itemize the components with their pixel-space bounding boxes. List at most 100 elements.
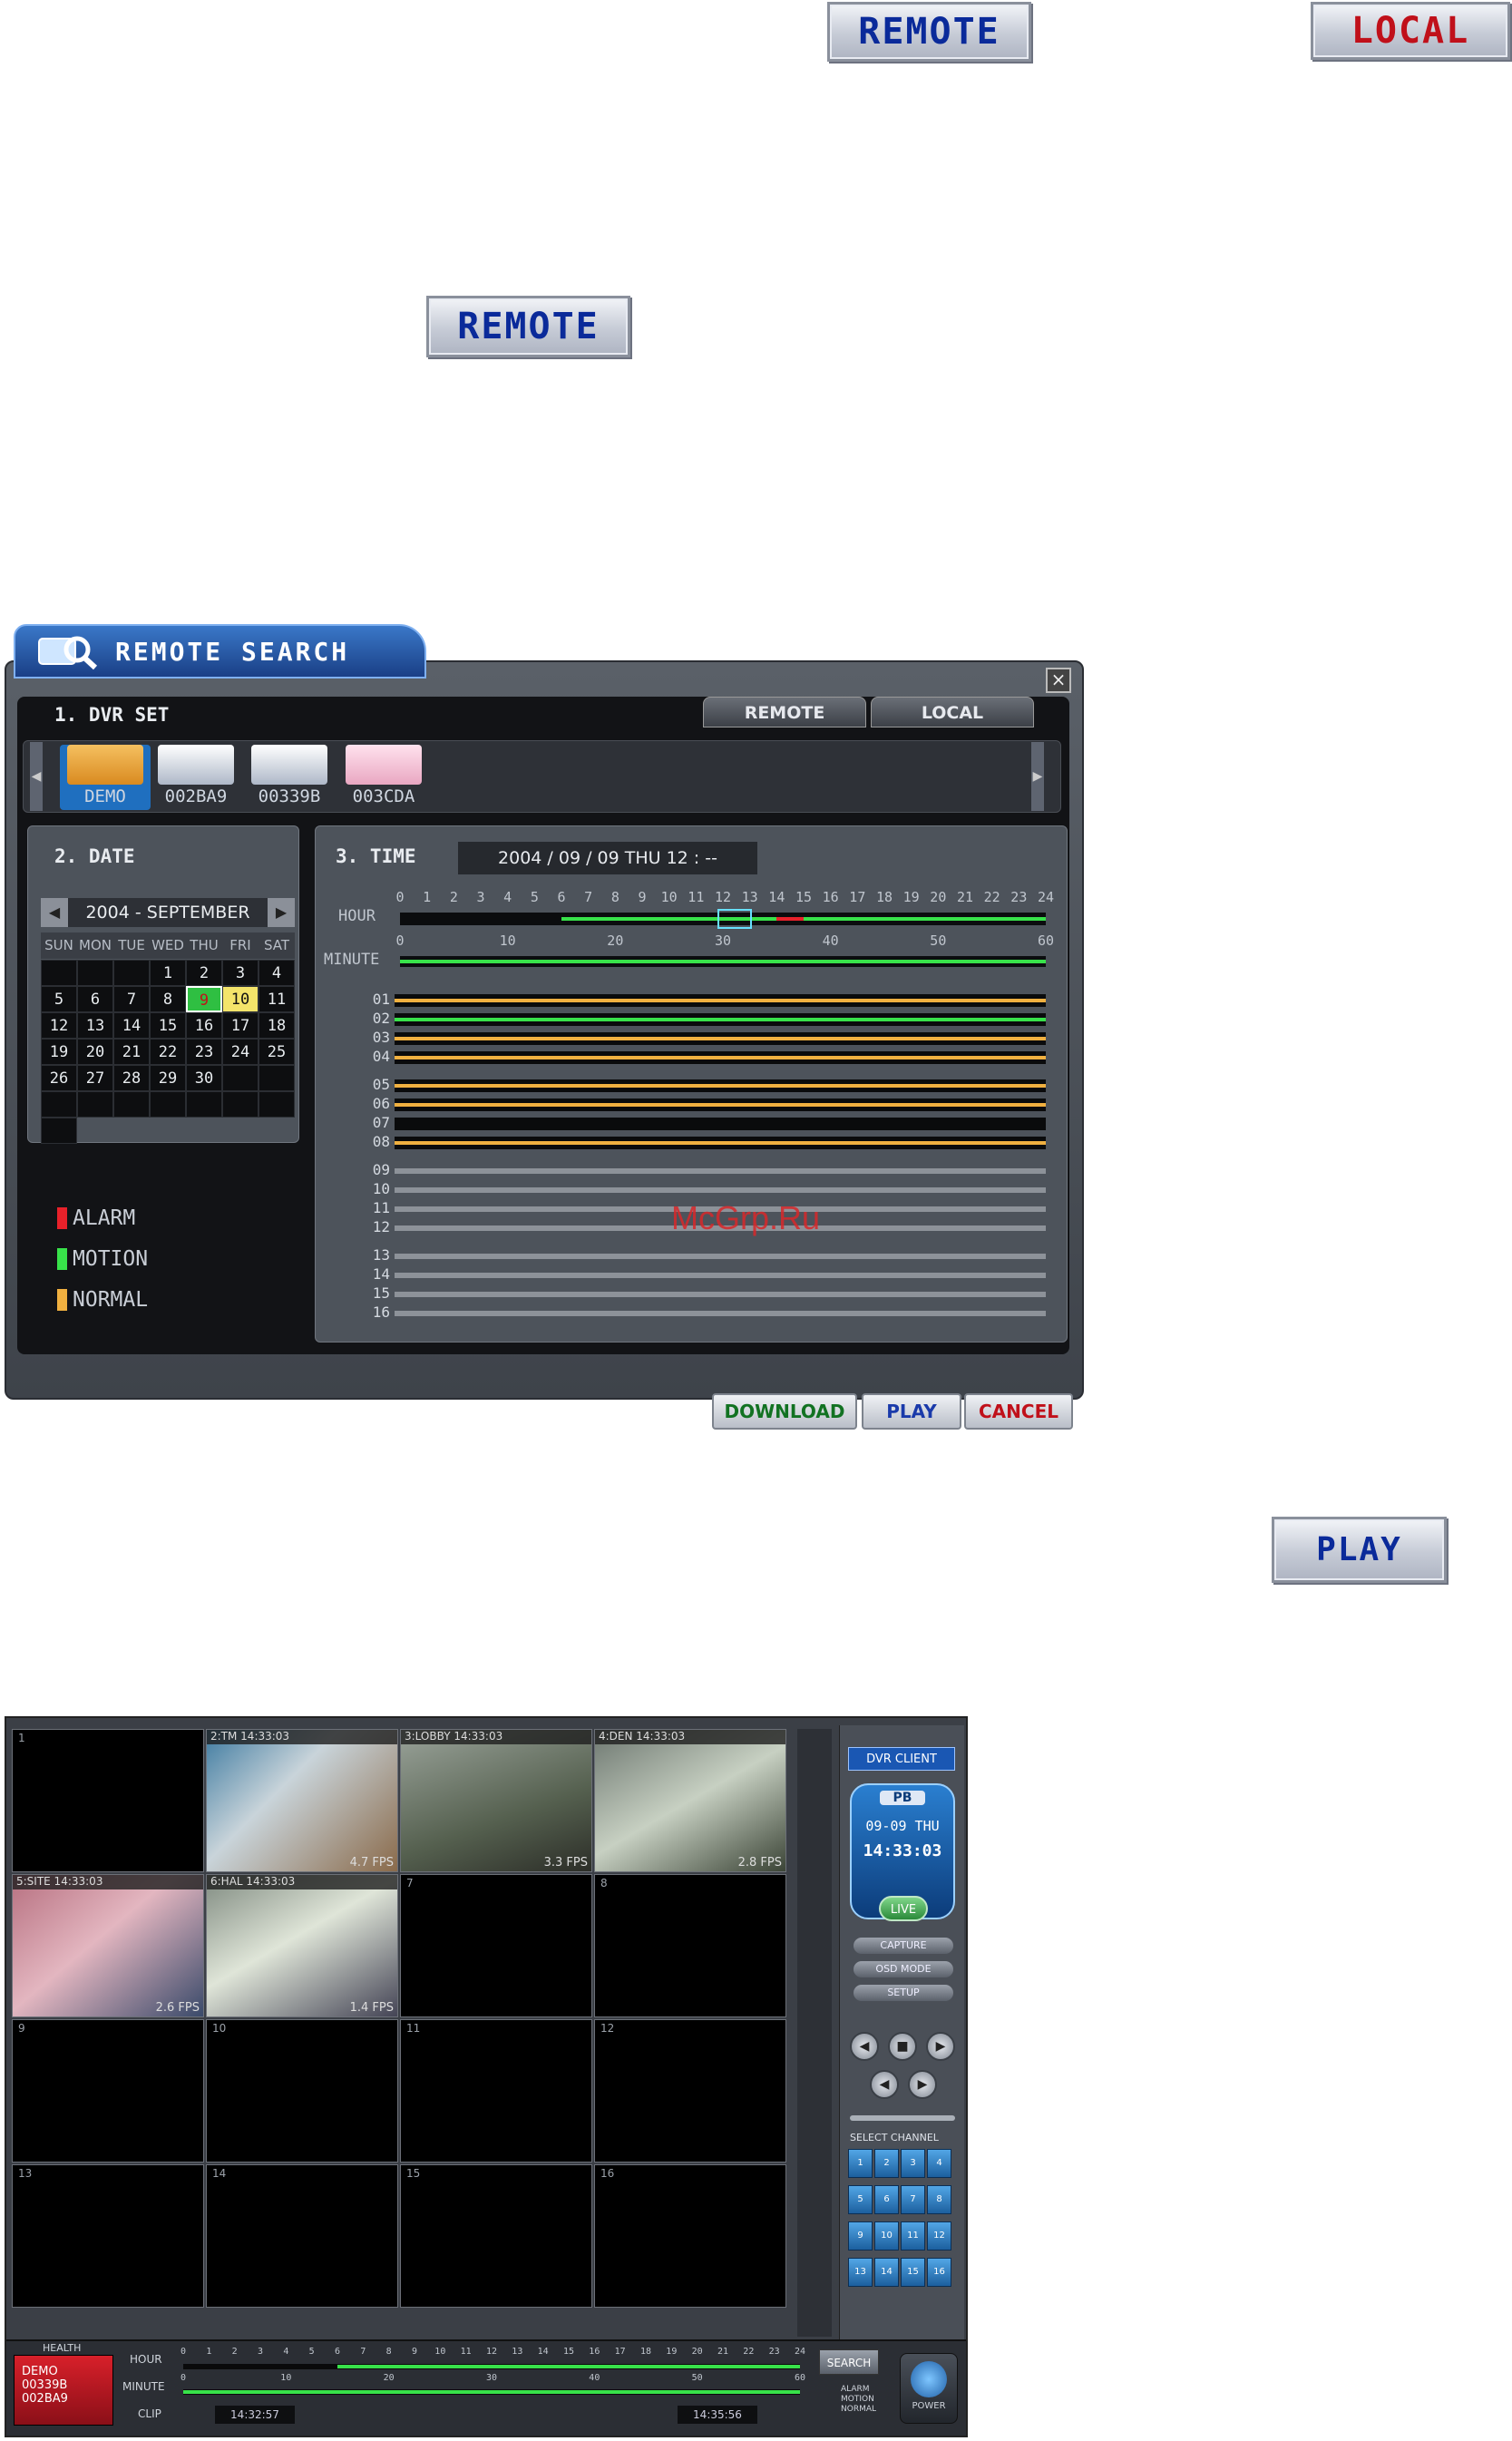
- calendar-day[interactable]: 20: [77, 1039, 113, 1065]
- clip-end[interactable]: 14:35:56: [678, 2406, 757, 2424]
- speed-slider[interactable]: [850, 2115, 955, 2121]
- health-item[interactable]: DEMO: [15, 2356, 112, 2378]
- dvr-item-00339b[interactable]: 00339B: [244, 745, 335, 810]
- calendar-day[interactable]: 19: [41, 1039, 77, 1065]
- video-cell[interactable]: 1: [12, 1729, 204, 1872]
- remote-button-mid[interactable]: REMOTE: [426, 296, 630, 357]
- clip-start[interactable]: 14:32:57: [215, 2406, 295, 2424]
- play-button-standalone[interactable]: PLAY: [1272, 1517, 1447, 1583]
- channel-timeline[interactable]: [395, 1013, 1046, 1026]
- prev-month-icon[interactable]: ◀: [41, 898, 68, 927]
- calendar-day[interactable]: 25: [259, 1039, 295, 1065]
- calendar-day[interactable]: 11: [259, 986, 295, 1012]
- channel-select-button[interactable]: 9: [848, 2221, 873, 2251]
- prev-frame-icon[interactable]: ◀: [870, 2070, 899, 2099]
- video-cell[interactable]: 12: [594, 2019, 786, 2163]
- bottom-minute-timeline[interactable]: [183, 2389, 800, 2395]
- calendar-day[interactable]: 10: [222, 986, 259, 1012]
- rewind-icon[interactable]: ◀: [850, 2032, 879, 2061]
- video-cell[interactable]: 6:HAL 14:33:03 1.4 FPS: [206, 1874, 398, 2017]
- calendar-day[interactable]: 26: [41, 1065, 77, 1091]
- calendar-day[interactable]: 21: [113, 1039, 150, 1065]
- video-cell[interactable]: 5:SITE 14:33:03 2.6 FPS: [12, 1874, 204, 2017]
- video-cell[interactable]: 11: [400, 2019, 592, 2163]
- video-cell[interactable]: 2:TM 14:33:03 4.7 FPS: [206, 1729, 398, 1872]
- power-button[interactable]: POWER: [900, 2353, 958, 2424]
- channel-select-button[interactable]: 14: [874, 2258, 899, 2287]
- channel-timeline[interactable]: [395, 1273, 1046, 1278]
- video-cell[interactable]: 8: [594, 1874, 786, 2017]
- capture-button[interactable]: CAPTURE: [854, 1938, 953, 1954]
- channel-select-button[interactable]: 6: [874, 2185, 899, 2214]
- chevron-left-icon[interactable]: ◀: [30, 742, 43, 811]
- channel-select-button[interactable]: 15: [901, 2258, 925, 2287]
- calendar-day[interactable]: 12: [41, 1012, 77, 1039]
- channel-timeline[interactable]: [395, 1032, 1046, 1045]
- close-icon[interactable]: ×: [1046, 668, 1071, 693]
- video-cell[interactable]: 16: [594, 2164, 786, 2308]
- channel-timeline[interactable]: [395, 1118, 1046, 1130]
- channel-select-button[interactable]: 3: [901, 2149, 925, 2178]
- channel-timeline[interactable]: [395, 1292, 1046, 1297]
- calendar-day[interactable]: 23: [186, 1039, 222, 1065]
- channel-select-button[interactable]: 12: [927, 2221, 951, 2251]
- channel-select-button[interactable]: 16: [927, 2258, 951, 2287]
- channel-select-button[interactable]: 4: [927, 2149, 951, 2178]
- video-cell[interactable]: 15: [400, 2164, 592, 2308]
- channel-select-button[interactable]: 1: [848, 2149, 873, 2178]
- calendar-day[interactable]: 27: [77, 1065, 113, 1091]
- calendar-day[interactable]: 13: [77, 1012, 113, 1039]
- channel-timeline[interactable]: [395, 1137, 1046, 1149]
- calendar-day[interactable]: 6: [77, 986, 113, 1012]
- calendar-day[interactable]: 24: [222, 1039, 259, 1065]
- channel-timeline[interactable]: [395, 1168, 1046, 1174]
- video-cell[interactable]: 13: [12, 2164, 204, 2308]
- local-button-top[interactable]: LOCAL: [1311, 2, 1510, 60]
- video-cell[interactable]: 9: [12, 2019, 204, 2163]
- dvr-item-002ba9[interactable]: 002BA9: [151, 745, 241, 810]
- bottom-hour-timeline[interactable]: [183, 2364, 800, 2369]
- tab-remote[interactable]: REMOTE: [703, 697, 866, 727]
- calendar-day[interactable]: 15: [150, 1012, 186, 1039]
- calendar-day[interactable]: 17: [222, 1012, 259, 1039]
- channel-select-button[interactable]: 2: [874, 2149, 899, 2178]
- calendar-day[interactable]: 30: [186, 1065, 222, 1091]
- channel-timeline[interactable]: [395, 1079, 1046, 1092]
- channel-timeline[interactable]: [395, 1051, 1046, 1064]
- channel-select-button[interactable]: 10: [874, 2221, 899, 2251]
- calendar-day[interactable]: 22: [150, 1039, 186, 1065]
- download-button[interactable]: DOWNLOAD: [712, 1393, 857, 1430]
- calendar-day[interactable]: 28: [113, 1065, 150, 1091]
- tab-local[interactable]: LOCAL: [871, 697, 1034, 727]
- next-frame-icon[interactable]: ▶: [908, 2070, 937, 2099]
- calendar-day[interactable]: 7: [113, 986, 150, 1012]
- calendar-day[interactable]: 3: [222, 960, 259, 986]
- dvr-item-003cda[interactable]: 003CDA: [338, 745, 429, 810]
- channel-select-button[interactable]: 11: [901, 2221, 925, 2251]
- setup-button[interactable]: SETUP: [854, 1985, 953, 2001]
- calendar-day[interactable]: 1: [150, 960, 186, 986]
- calendar-day[interactable]: 14: [113, 1012, 150, 1039]
- calendar-day[interactable]: 18: [259, 1012, 295, 1039]
- channel-timeline[interactable]: [395, 994, 1046, 1007]
- remote-button-top[interactable]: REMOTE: [827, 2, 1031, 62]
- video-cell[interactable]: 7: [400, 1874, 592, 2017]
- health-item[interactable]: 002BA9: [15, 2392, 112, 2406]
- forward-icon[interactable]: ▶: [926, 2032, 955, 2061]
- channel-timeline[interactable]: [395, 1311, 1046, 1316]
- channel-select-button[interactable]: 8: [927, 2185, 951, 2214]
- calendar-day[interactable]: 9: [186, 986, 222, 1012]
- calendar-day[interactable]: 5: [41, 986, 77, 1012]
- channel-select-button[interactable]: 7: [901, 2185, 925, 2214]
- health-item[interactable]: 00339B: [15, 2378, 112, 2392]
- calendar-day[interactable]: 16: [186, 1012, 222, 1039]
- live-button[interactable]: LIVE: [879, 1896, 928, 1921]
- stop-icon[interactable]: ■: [888, 2032, 917, 2061]
- calendar-day[interactable]: 8: [150, 986, 186, 1012]
- hour-timeline-cursor[interactable]: [717, 909, 752, 929]
- channel-select-button[interactable]: 13: [848, 2258, 873, 2287]
- next-month-icon[interactable]: ▶: [268, 898, 295, 927]
- channel-select-button[interactable]: 5: [848, 2185, 873, 2214]
- minute-timeline[interactable]: [400, 956, 1046, 967]
- hour-timeline[interactable]: [400, 909, 1046, 929]
